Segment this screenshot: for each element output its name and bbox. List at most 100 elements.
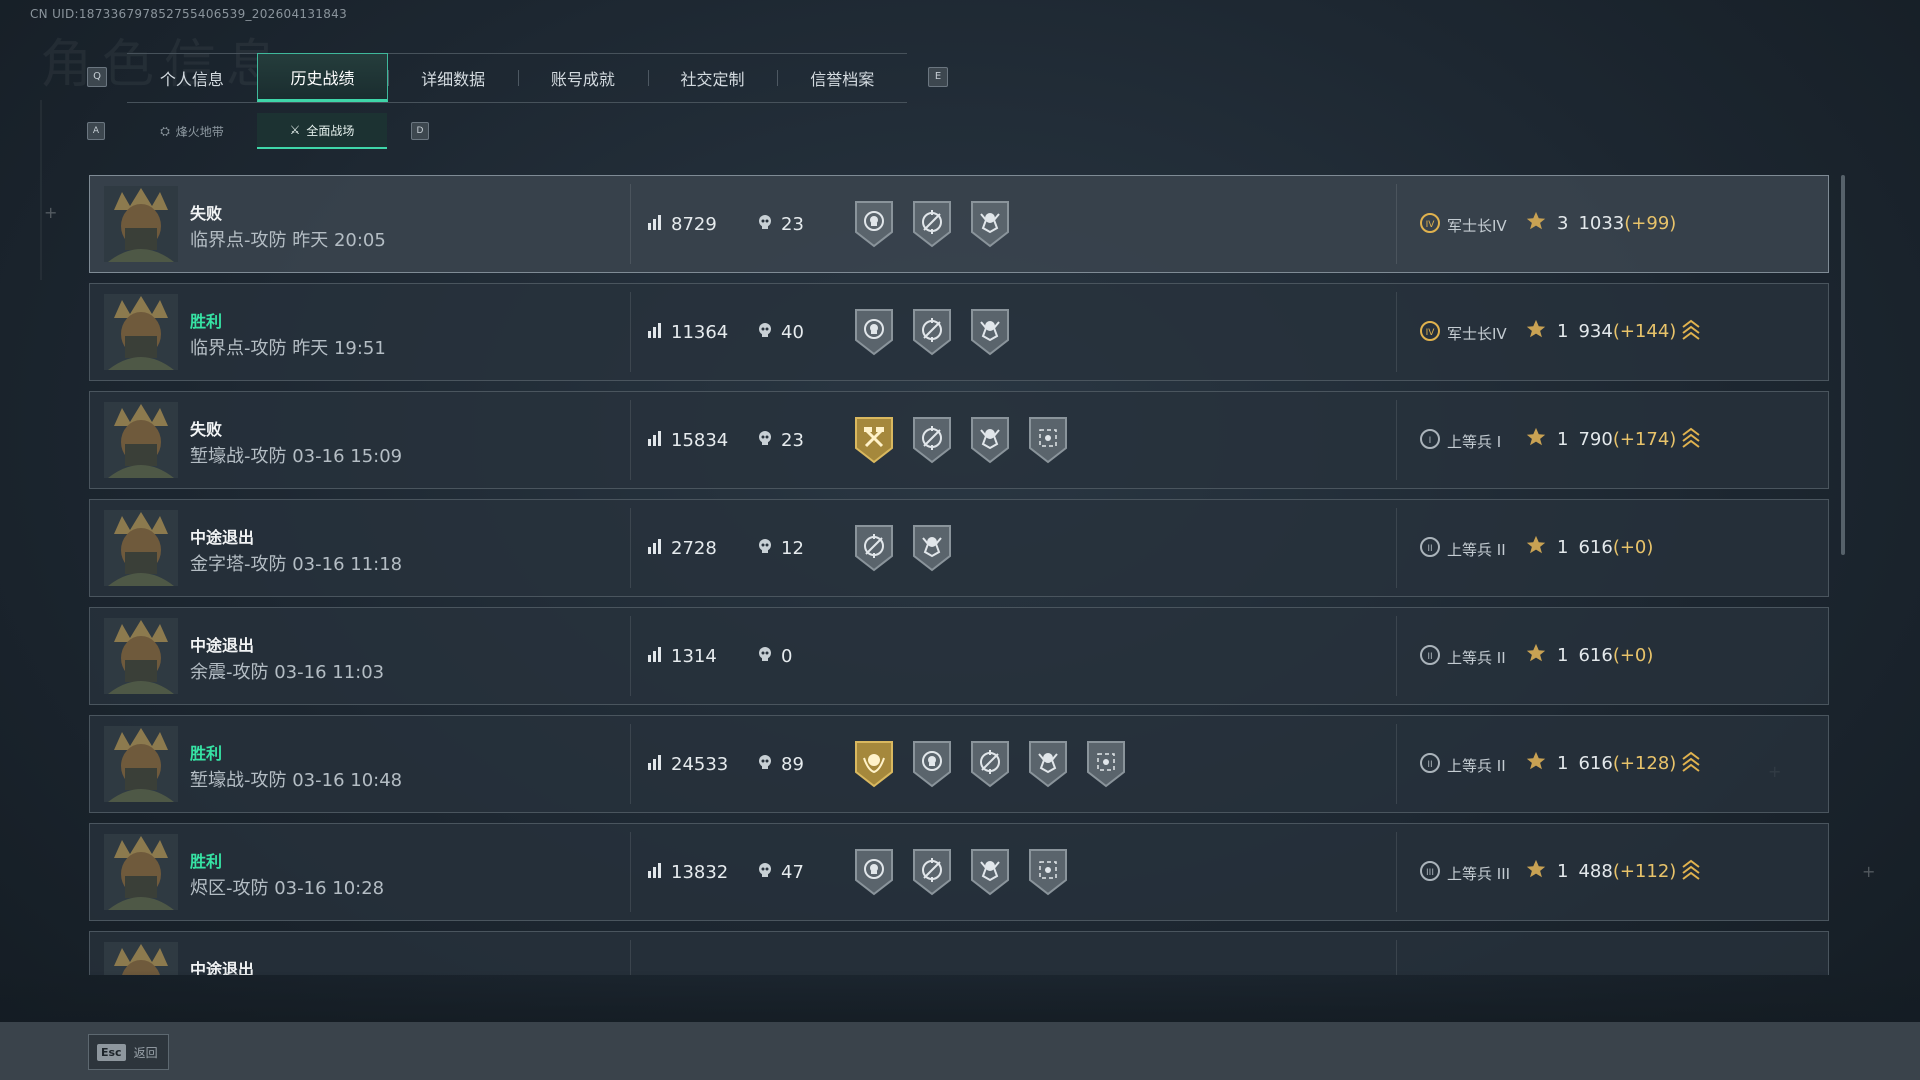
skull-badge-icon[interactable] xyxy=(852,846,896,898)
player-avatar xyxy=(104,294,178,370)
crosshair-decoration: + xyxy=(44,203,58,222)
rank-emblem-icon: III xyxy=(1419,860,1441,886)
match-history-list[interactable]: 失败 临界点-攻防 昨天 20:05 8729 23 IV 军士长IV 3 1033(+99)… xyxy=(89,175,1831,975)
points-delta: (+144) xyxy=(1612,321,1677,342)
uid-label: CN UID:18733679785275540653​9_2026041318… xyxy=(30,7,348,21)
score-value: 11364 xyxy=(671,322,729,343)
next-subtab-key-hint[interactable]: D xyxy=(411,122,429,140)
skull-badge-icon[interactable] xyxy=(910,738,954,790)
rank-up-chevron-icon xyxy=(1680,858,1702,884)
rank-info: III 上等兵 III xyxy=(1419,860,1510,886)
prev-subtab-key-hint[interactable]: A xyxy=(87,122,105,140)
zone-icon: ⛭ xyxy=(160,123,170,138)
crosshair-badge-icon[interactable] xyxy=(910,198,954,250)
match-time: 03-16 10:28 xyxy=(274,878,385,899)
rank-points: 3 1033(+99) xyxy=(1525,210,1676,237)
svg-text:II: II xyxy=(1427,652,1432,662)
points-delta: (+174) xyxy=(1612,429,1677,450)
kills-value: 47 xyxy=(781,862,804,883)
skull-badge-icon[interactable] xyxy=(852,306,896,358)
scrollbar[interactable] xyxy=(1841,175,1845,555)
match-row[interactable]: 中途退出 xyxy=(89,931,1829,975)
match-time: 03-16 11:03 xyxy=(274,662,385,683)
back-button[interactable]: Esc 返回 xyxy=(88,1034,169,1070)
reaper-badge-icon[interactable] xyxy=(1026,738,1070,790)
crosshair-badge-icon[interactable] xyxy=(910,414,954,466)
divider xyxy=(630,616,631,696)
back-label: 返回 xyxy=(133,1045,158,1060)
match-row[interactable]: 中途退出 金字塔-攻防 03-16 11:18 2728 12 II 上等兵 II 1 616… xyxy=(89,499,1829,597)
crosshair-badge-icon[interactable] xyxy=(968,738,1012,790)
match-row[interactable]: 失败 临界点-攻防 昨天 20:05 8729 23 IV 军士长IV 3 1033(+99) xyxy=(89,175,1829,273)
rank-emblem-icon: IV xyxy=(1419,320,1441,346)
scope-badge-icon[interactable] xyxy=(1026,846,1070,898)
subtab-0[interactable]: ⛭ 烽火地带 xyxy=(127,113,257,149)
next-tab-key-hint[interactable]: E xyxy=(928,67,948,87)
svg-text:II: II xyxy=(1427,544,1432,554)
points-value: 488 xyxy=(1578,861,1613,882)
star-icon xyxy=(1525,210,1547,237)
divider xyxy=(1396,724,1397,804)
rank-name: 军士长IV xyxy=(1447,324,1507,343)
match-row[interactable]: 失败 堑壕战-攻防 03-16 15:09 15834 23 I 上等兵 I 1 790(+1… xyxy=(89,391,1829,489)
bar-chart-icon xyxy=(647,754,663,775)
divider xyxy=(1396,400,1397,480)
gold-hammer-badge-icon[interactable] xyxy=(852,414,896,466)
match-score: 2728 xyxy=(647,538,717,559)
divider xyxy=(630,508,631,588)
medal-list xyxy=(852,846,1070,898)
score-value: 24533 xyxy=(671,754,729,775)
match-score: 11364 xyxy=(647,322,728,343)
tab-4[interactable]: 社交定制 xyxy=(647,54,778,102)
rank-info: I 上等兵 I xyxy=(1419,428,1501,454)
medal-list xyxy=(852,738,1128,790)
crosshair-badge-icon[interactable] xyxy=(910,306,954,358)
tab-1[interactable]: 历史战绩 xyxy=(256,53,389,102)
points-block: 934(+144) xyxy=(1578,321,1676,342)
match-row[interactable]: 胜利 堑壕战-攻防 03-16 10:48 24533 89 II 上等兵 II 1 616(… xyxy=(89,715,1829,813)
score-value: 13832 xyxy=(671,862,729,883)
reaper-badge-icon[interactable] xyxy=(910,522,954,574)
kills-value: 23 xyxy=(781,430,804,451)
match-row[interactable]: 胜利 烬区-攻防 03-16 10:28 13832 47 III 上等兵 III 1 488… xyxy=(89,823,1829,921)
skull-icon xyxy=(757,538,773,559)
points-block: 616(+128) xyxy=(1578,753,1676,774)
match-time: 03-16 11:18 xyxy=(292,554,403,575)
match-row[interactable]: 中途退出 余震-攻防 03-16 11:03 1314 0 II 上等兵 II 1 616(+… xyxy=(89,607,1829,705)
reaper-badge-icon[interactable] xyxy=(968,414,1012,466)
match-kills: 12 xyxy=(757,538,804,559)
subtab-1[interactable]: ⚔ 全面战场 xyxy=(257,113,387,149)
bar-chart-icon xyxy=(647,430,663,451)
match-row[interactable]: 胜利 临界点-攻防 昨天 19:51 11364 40 IV 军士长IV 1 934(+144… xyxy=(89,283,1829,381)
crosshair-badge-icon[interactable] xyxy=(852,522,896,574)
bar-chart-icon xyxy=(647,538,663,559)
tab-2[interactable]: 详细数据 xyxy=(388,54,518,102)
reaper-badge-icon[interactable] xyxy=(968,846,1012,898)
player-avatar xyxy=(104,402,178,478)
match-map-time: 堑壕战-攻防 03-16 15:09 xyxy=(190,442,402,468)
tab-5[interactable]: 信誉档案 xyxy=(777,54,907,102)
prev-tab-key-hint[interactable]: Q xyxy=(87,67,107,87)
points-value: 616 xyxy=(1578,753,1613,774)
tab-0[interactable]: 个人信息 xyxy=(127,54,257,102)
gold-laurel-badge-icon[interactable] xyxy=(852,738,896,790)
points-block: 790(+174) xyxy=(1578,429,1676,450)
match-map-time: 金字塔-攻防 03-16 11:18 xyxy=(190,550,402,576)
reaper-badge-icon[interactable] xyxy=(968,198,1012,250)
medal-list xyxy=(852,306,1012,358)
skull-badge-icon[interactable] xyxy=(852,198,896,250)
reaper-badge-icon[interactable] xyxy=(968,306,1012,358)
crosshair-badge-icon[interactable] xyxy=(910,846,954,898)
match-result: 胜利 xyxy=(190,744,223,763)
kills-value: 89 xyxy=(781,754,804,775)
subtab-label: 烽火地带 xyxy=(175,124,224,139)
scope-badge-icon[interactable] xyxy=(1026,414,1070,466)
kills-value: 0 xyxy=(781,646,793,667)
points-value: 790 xyxy=(1578,429,1613,450)
list-fade xyxy=(0,970,1920,1030)
map-name: 临界点-攻防 xyxy=(190,230,287,251)
match-score: 15834 xyxy=(647,430,728,451)
scope-badge-icon[interactable] xyxy=(1084,738,1128,790)
tab-3[interactable]: 账号成就 xyxy=(518,54,648,102)
star-count: 1 xyxy=(1557,429,1569,450)
